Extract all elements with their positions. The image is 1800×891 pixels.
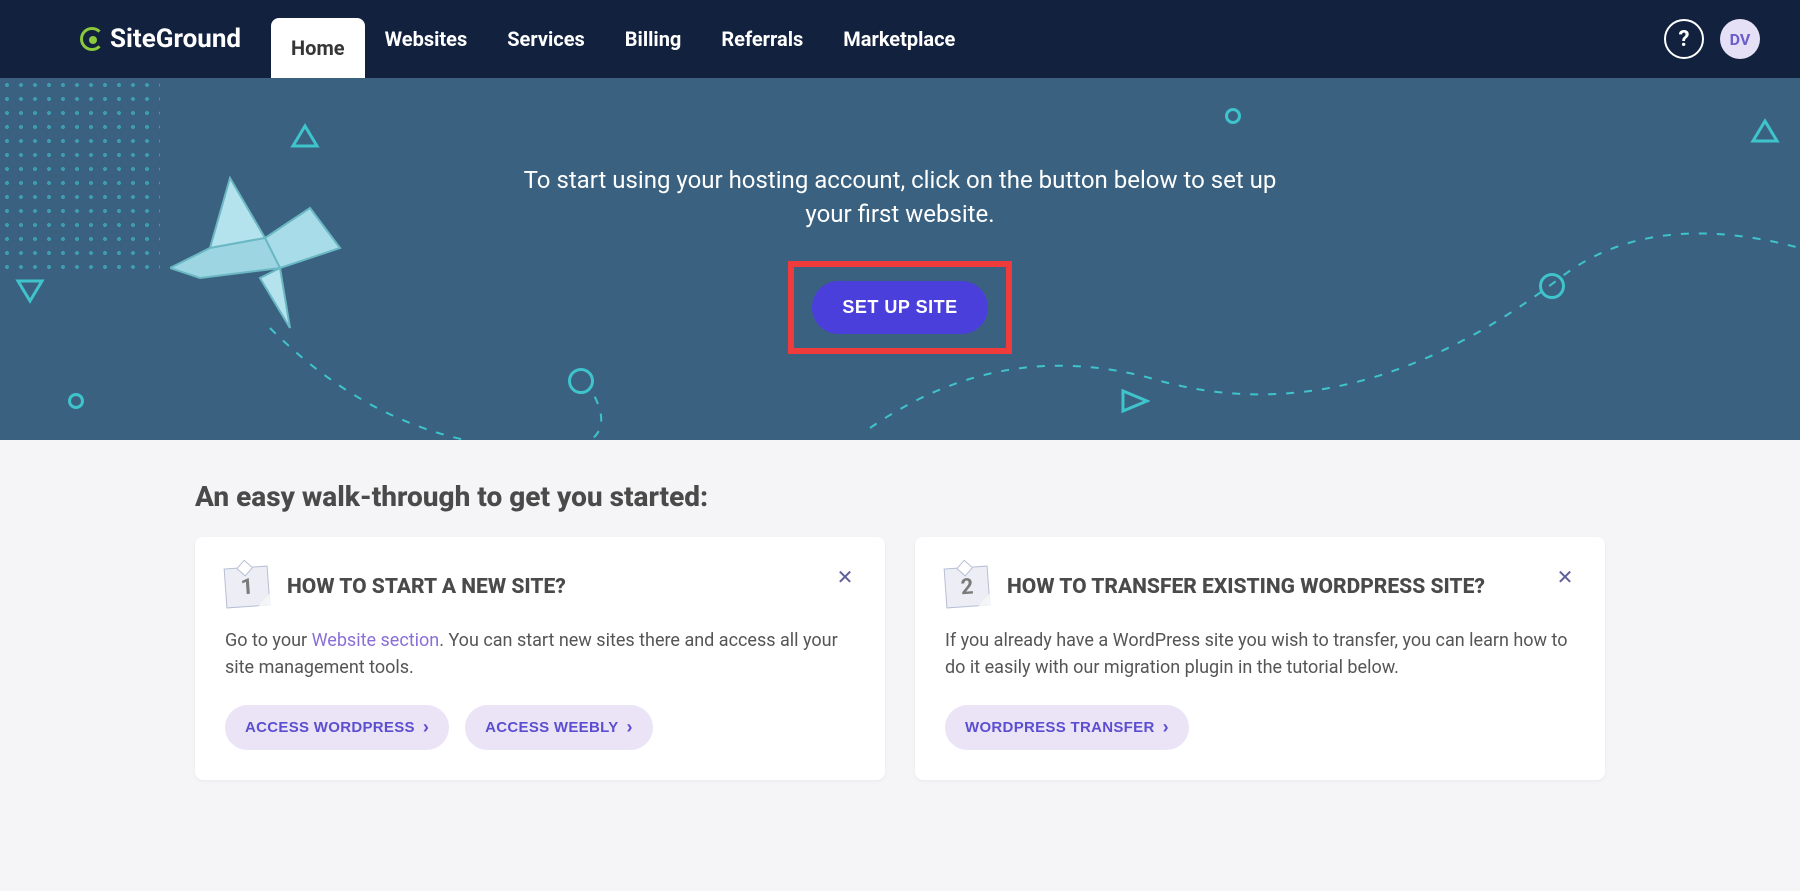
avatar[interactable]: DV [1720, 19, 1760, 59]
card-transfer-wordpress: ✕ 2 HOW TO TRANSFER EXISTING WORDPRESS S… [915, 537, 1605, 780]
nav-item-home[interactable]: Home [271, 18, 365, 78]
card-title: HOW TO START A NEW SITE? [287, 575, 566, 599]
hero: To start using your hosting account, cli… [0, 78, 1800, 440]
origami-bird-icon [170, 168, 370, 338]
close-icon[interactable]: ✕ [835, 567, 855, 587]
chevron-right-icon: › [423, 717, 429, 738]
nav-item-billing[interactable]: Billing [605, 0, 702, 78]
card-header: 1 HOW TO START A NEW SITE? [225, 567, 855, 607]
set-up-site-button[interactable]: SET UP SITE [812, 281, 987, 334]
header: SiteGround Home Websites Services Billin… [0, 0, 1800, 78]
btn-label: ACCESS WORDPRESS [245, 719, 415, 736]
circle-icon [568, 368, 594, 394]
circle-icon [1539, 273, 1565, 299]
note-icon: 2 [944, 566, 991, 609]
card-title: HOW TO TRANSFER EXISTING WORDPRESS SITE? [1007, 575, 1485, 599]
btn-label: ACCESS WEEBLY [485, 719, 618, 736]
highlight-box: SET UP SITE [788, 261, 1011, 354]
card-buttons: WORDPRESS TRANSFER › [945, 705, 1575, 750]
access-weebly-button[interactable]: ACCESS WEEBLY › [465, 705, 653, 750]
close-icon[interactable]: ✕ [1555, 567, 1575, 587]
cards: ✕ 1 HOW TO START A NEW SITE? Go to your … [195, 537, 1605, 780]
nav: Home Websites Services Billing Referrals… [271, 0, 975, 78]
card-buttons: ACCESS WORDPRESS › ACCESS WEEBLY › [225, 705, 855, 750]
triangle-icon [290, 123, 320, 149]
wordpress-transfer-button[interactable]: WORDPRESS TRANSFER › [945, 705, 1189, 750]
card-desc-pre: Go to your [225, 630, 312, 651]
triangle-icon [15, 278, 45, 304]
chevron-right-icon: › [627, 717, 633, 738]
card-desc: If you already have a WordPress site you… [945, 627, 1575, 681]
nav-item-services[interactable]: Services [487, 0, 605, 78]
dots-decor-icon [0, 78, 160, 278]
access-wordpress-button[interactable]: ACCESS WORDPRESS › [225, 705, 449, 750]
note-icon: 1 [224, 566, 271, 609]
card-header: 2 HOW TO TRANSFER EXISTING WORDPRESS SIT… [945, 567, 1575, 607]
logo[interactable]: SiteGround [80, 24, 241, 54]
circle-icon [1225, 108, 1241, 124]
website-section-link[interactable]: Website section [312, 630, 440, 651]
card-desc: Go to your Website section. You can star… [225, 627, 855, 681]
triangle-icon [1120, 388, 1150, 414]
card-start-new-site: ✕ 1 HOW TO START A NEW SITE? Go to your … [195, 537, 885, 780]
logo-swirl-icon [80, 27, 104, 51]
btn-label: WORDPRESS TRANSFER [965, 719, 1155, 736]
nav-item-referrals[interactable]: Referrals [701, 0, 823, 78]
nav-item-marketplace[interactable]: Marketplace [823, 0, 975, 78]
triangle-icon [1750, 118, 1780, 144]
dashed-path-icon [0, 78, 1800, 440]
chevron-right-icon: › [1163, 717, 1169, 738]
help-icon[interactable]: ? [1664, 19, 1704, 59]
content: An easy walk-through to get you started:… [195, 440, 1605, 820]
section-title: An easy walk-through to get you started: [195, 480, 1605, 513]
header-right: ? DV [1664, 19, 1760, 59]
circle-icon [68, 393, 84, 409]
nav-item-websites[interactable]: Websites [365, 0, 488, 78]
hero-text: To start using your hosting account, cli… [520, 164, 1280, 231]
logo-text: SiteGround [110, 24, 241, 54]
